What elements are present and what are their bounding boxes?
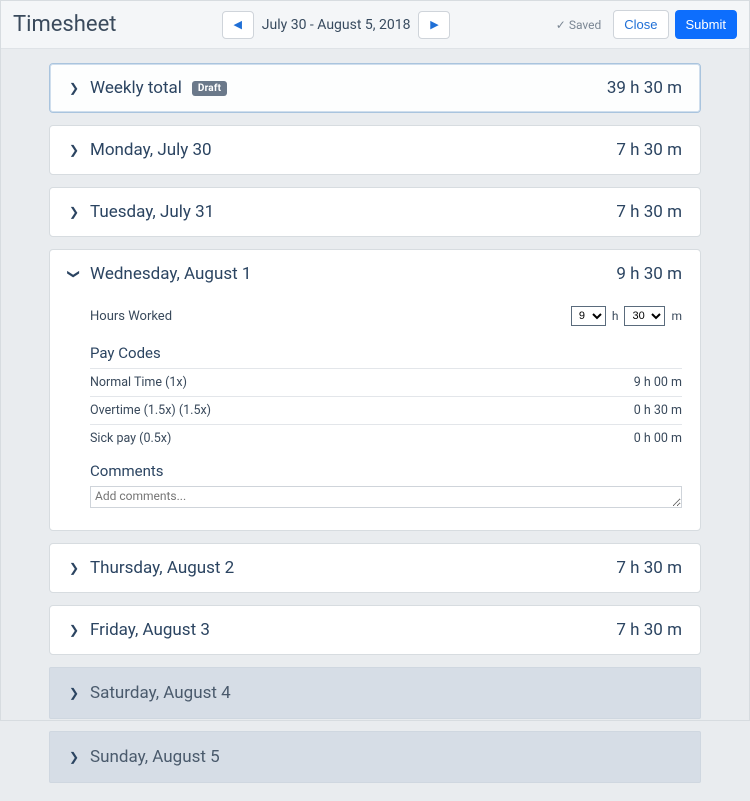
submit-button[interactable]: Submit — [675, 10, 737, 39]
day-card-tuesday: ❯ Tuesday, July 31 7 h 30 m — [49, 187, 701, 237]
day-card-saturday: ❯ Saturday, August 4 — [49, 667, 701, 719]
chevron-down-icon: ❯ — [67, 268, 81, 280]
comments-input[interactable] — [90, 486, 682, 508]
day-row-thursday[interactable]: ❯ Thursday, August 2 7 h 30 m — [50, 544, 700, 592]
draft-badge: Draft — [192, 81, 227, 96]
chevron-right-icon: ❯ — [68, 143, 80, 157]
day-total: 7 h 30 m — [616, 202, 682, 222]
minutes-select[interactable]: 30 — [624, 306, 665, 326]
weekly-total-label: Weekly total — [90, 78, 182, 98]
time-inputs: 9 h 30 m — [571, 306, 682, 326]
minutes-unit: m — [671, 309, 682, 323]
day-label: Friday, August 3 — [90, 620, 210, 640]
hours-worked-row: Hours Worked 9 h 30 m — [90, 298, 682, 338]
hours-worked-label: Hours Worked — [90, 309, 172, 324]
chevron-right-icon: ❯ — [68, 561, 80, 575]
day-label: Thursday, August 2 — [90, 558, 234, 578]
next-week-button[interactable]: ▶ — [418, 11, 450, 39]
hours-unit: h — [612, 309, 619, 323]
weekly-total-value: 39 h 30 m — [607, 78, 682, 98]
paycodes-heading: Pay Codes — [90, 344, 682, 362]
date-range-label: July 30 - August 5, 2018 — [262, 17, 411, 33]
chevron-right-icon: ❯ — [68, 81, 80, 95]
day-card-wednesday: ❯ Wednesday, August 1 9 h 30 m Hours Wor… — [49, 249, 701, 531]
day-label: Wednesday, August 1 — [90, 264, 251, 284]
chevron-left-icon: ◀ — [234, 18, 242, 31]
day-card-friday: ❯ Friday, August 3 7 h 30 m — [49, 605, 701, 655]
paycode-name: Overtime (1.5x) (1.5x) — [90, 403, 211, 418]
close-button[interactable]: Close — [613, 10, 668, 39]
app-header: Timesheet ◀ July 30 - August 5, 2018 ▶ ✓… — [1, 1, 749, 49]
day-label: Saturday, August 4 — [90, 683, 231, 703]
chevron-right-icon: ▶ — [430, 18, 438, 31]
prev-week-button[interactable]: ◀ — [222, 11, 254, 39]
saved-status: ✓ Saved — [556, 18, 601, 32]
chevron-right-icon: ❯ — [68, 686, 80, 700]
day-card-sunday: ❯ Sunday, August 5 — [49, 731, 701, 783]
content-area: ❯ Weekly total Draft 39 h 30 m ❯ Monday,… — [1, 49, 749, 801]
day-label: Tuesday, July 31 — [90, 202, 214, 222]
weekly-total-row[interactable]: ❯ Weekly total Draft 39 h 30 m — [50, 64, 700, 112]
paycode-row: Normal Time (1x) 9 h 00 m — [90, 368, 682, 396]
page-title: Timesheet — [13, 12, 116, 37]
day-total: 7 h 30 m — [616, 620, 682, 640]
paycode-value: 0 h 30 m — [634, 403, 682, 418]
day-row-tuesday[interactable]: ❯ Tuesday, July 31 7 h 30 m — [50, 188, 700, 236]
paycode-row: Overtime (1.5x) (1.5x) 0 h 30 m — [90, 396, 682, 424]
chevron-right-icon: ❯ — [68, 750, 80, 764]
day-total: 7 h 30 m — [616, 140, 682, 160]
day-row-friday[interactable]: ❯ Friday, August 3 7 h 30 m — [50, 606, 700, 654]
paycode-value: 9 h 00 m — [634, 375, 682, 390]
hours-select[interactable]: 9 — [571, 306, 606, 326]
chevron-right-icon: ❯ — [68, 205, 80, 219]
day-expanded-body: Hours Worked 9 h 30 m Pay Codes Normal T… — [50, 298, 700, 530]
paycode-name: Normal Time (1x) — [90, 375, 187, 390]
day-card-thursday: ❯ Thursday, August 2 7 h 30 m — [49, 543, 701, 593]
day-row-sunday[interactable]: ❯ Sunday, August 5 — [50, 732, 700, 782]
paycode-row: Sick pay (0.5x) 0 h 00 m — [90, 424, 682, 452]
comments-heading: Comments — [90, 462, 682, 480]
date-nav: ◀ July 30 - August 5, 2018 ▶ — [222, 11, 451, 39]
day-total: 9 h 30 m — [616, 264, 682, 284]
day-row-monday[interactable]: ❯ Monday, July 30 7 h 30 m — [50, 126, 700, 174]
day-card-monday: ❯ Monday, July 30 7 h 30 m — [49, 125, 701, 175]
day-label: Monday, July 30 — [90, 140, 212, 160]
paycode-name: Sick pay (0.5x) — [90, 431, 171, 446]
chevron-right-icon: ❯ — [68, 623, 80, 637]
paycode-value: 0 h 00 m — [634, 431, 682, 446]
day-row-wednesday[interactable]: ❯ Wednesday, August 1 9 h 30 m — [50, 250, 700, 298]
day-row-saturday[interactable]: ❯ Saturday, August 4 — [50, 668, 700, 718]
weekly-total-card: ❯ Weekly total Draft 39 h 30 m — [49, 63, 701, 113]
day-total: 7 h 30 m — [616, 558, 682, 578]
header-actions: ✓ Saved Close Submit — [556, 10, 737, 39]
day-label: Sunday, August 5 — [90, 747, 220, 767]
